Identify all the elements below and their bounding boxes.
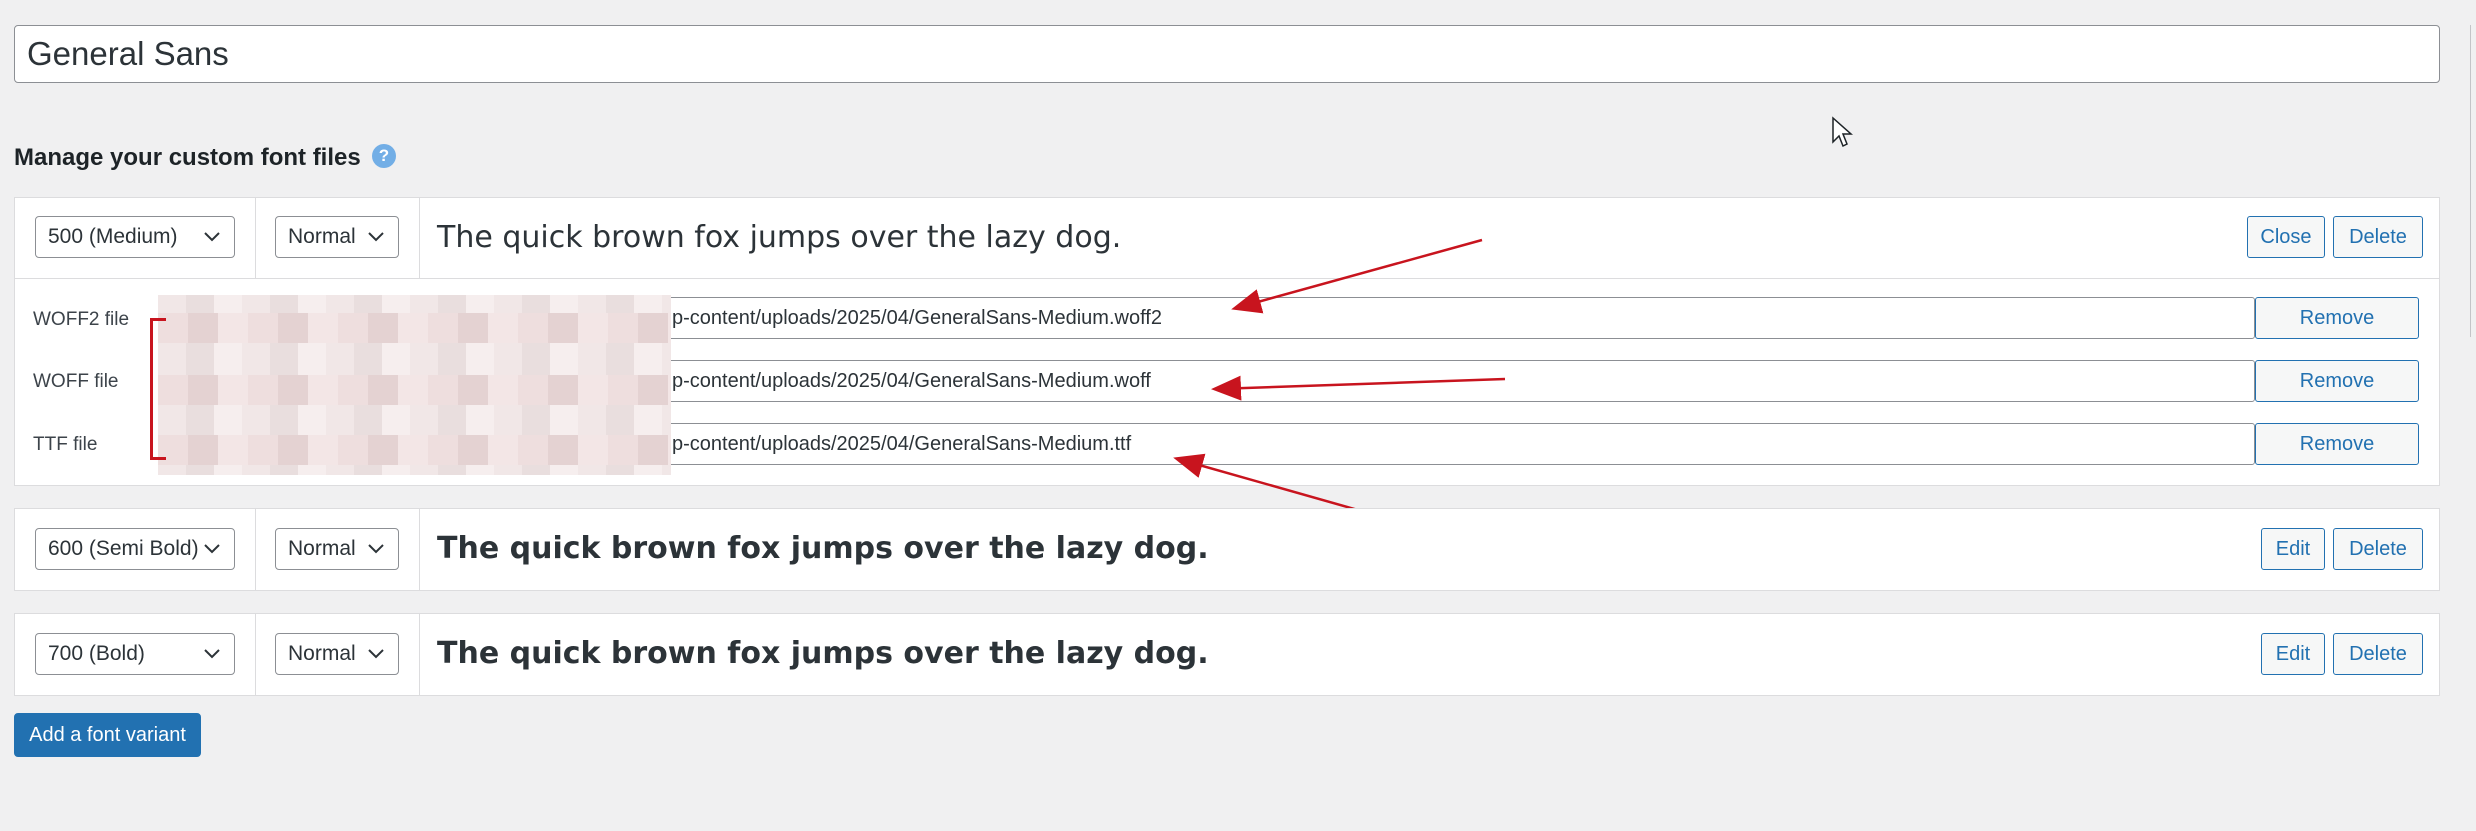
chevron-down-icon xyxy=(368,634,384,659)
section-heading: Manage your custom font files xyxy=(14,144,361,171)
remove-woff-button[interactable]: Remove xyxy=(2255,360,2419,402)
remove-woff2-button[interactable]: Remove xyxy=(2255,297,2419,339)
style-select-value: Normal xyxy=(288,537,356,560)
help-icon[interactable]: ? xyxy=(372,144,396,168)
font-preview: The quick brown fox jumps over the lazy … xyxy=(437,531,1209,566)
weight-select[interactable]: 500 (Medium) xyxy=(35,216,235,258)
weight-select-value: 700 (Bold) xyxy=(48,642,145,665)
chevron-down-icon xyxy=(204,529,220,554)
style-select-value: Normal xyxy=(288,225,356,248)
weight-select[interactable]: 700 (Bold) xyxy=(35,633,235,675)
chevron-down-icon xyxy=(204,634,220,659)
chevron-down-icon xyxy=(368,529,384,554)
woff2-file-label: WOFF2 file xyxy=(33,309,130,330)
edit-button[interactable]: Edit xyxy=(2261,528,2325,570)
chevron-down-icon xyxy=(204,217,220,242)
style-select[interactable]: Normal xyxy=(275,633,399,675)
delete-button[interactable]: Delete xyxy=(2333,216,2423,258)
ttf-file-label: TTF file xyxy=(33,434,98,455)
font-name-input[interactable] xyxy=(14,25,2440,83)
font-preview: The quick brown fox jumps over the lazy … xyxy=(437,636,1209,671)
variant-panel-bold: 700 (Bold) Normal The quick brown fox ju… xyxy=(14,613,2440,696)
woff-file-url: p-content/uploads/2025/04/GeneralSans-Me… xyxy=(672,370,1151,392)
delete-button[interactable]: Delete xyxy=(2333,528,2423,570)
ttf-file-url: p-content/uploads/2025/04/GeneralSans-Me… xyxy=(672,433,1132,455)
style-select[interactable]: Normal xyxy=(275,216,399,258)
remove-ttf-button[interactable]: Remove xyxy=(2255,423,2419,465)
add-font-variant-button[interactable]: Add a font variant xyxy=(14,713,201,757)
weight-select-value: 500 (Medium) xyxy=(48,225,178,248)
weight-select[interactable]: 600 (Semi Bold) xyxy=(35,528,235,570)
annotation-bracket xyxy=(150,318,166,460)
scrollbar[interactable] xyxy=(2470,25,2476,337)
style-select-value: Normal xyxy=(288,642,356,665)
chevron-down-icon xyxy=(368,217,384,242)
woff2-file-url: p-content/uploads/2025/04/GeneralSans-Me… xyxy=(672,307,1162,329)
mouse-cursor-icon xyxy=(1832,116,1853,148)
redacted-area xyxy=(158,295,671,475)
font-preview: The quick brown fox jumps over the lazy … xyxy=(437,220,1122,255)
close-button[interactable]: Close xyxy=(2247,216,2325,258)
weight-select-value: 600 (Semi Bold) xyxy=(48,537,199,560)
edit-button[interactable]: Edit xyxy=(2261,633,2325,675)
variant-panel-semibold: 600 (Semi Bold) Normal The quick brown f… xyxy=(14,508,2440,591)
woff-file-label: WOFF file xyxy=(33,371,119,392)
style-select[interactable]: Normal xyxy=(275,528,399,570)
delete-button[interactable]: Delete xyxy=(2333,633,2423,675)
